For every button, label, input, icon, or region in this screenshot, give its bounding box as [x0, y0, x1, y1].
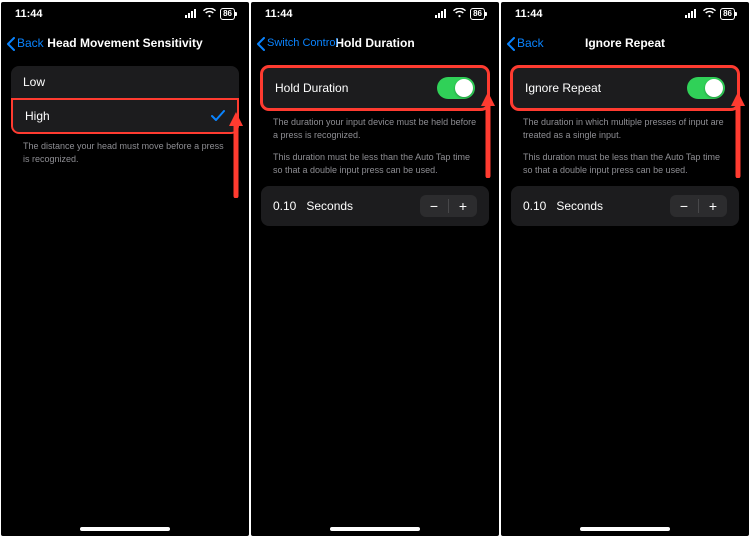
ignore-repeat-toggle[interactable]: [687, 77, 725, 99]
status-bar: 11:44 86: [501, 2, 749, 26]
toggle-knob: [705, 79, 723, 97]
screen-head-movement-sensitivity: 11:44 86 Back Head Movement Sensitivity: [1, 2, 249, 536]
status-right: 86: [185, 8, 235, 21]
back-button[interactable]: Back: [507, 36, 544, 50]
toggle-row: Hold Duration: [263, 68, 487, 108]
stepper-minus[interactable]: −: [420, 195, 448, 217]
chevron-left-icon: [257, 37, 265, 49]
toggle-knob: [455, 79, 473, 97]
wifi-icon: [453, 8, 466, 21]
duration-value: 0.10 Seconds: [523, 199, 603, 213]
duration-value-row: 0.10 Seconds − +: [511, 186, 739, 226]
duration-value-row: 0.10 Seconds − +: [261, 186, 489, 226]
home-indicator[interactable]: [80, 527, 170, 531]
duration-unit: Seconds: [306, 199, 353, 213]
toggle-label: Hold Duration: [275, 81, 348, 95]
stepper-plus[interactable]: +: [449, 195, 477, 217]
stepper-plus[interactable]: +: [699, 195, 727, 217]
hold-duration-toggle-row: Hold Duration: [261, 66, 489, 110]
option-high[interactable]: High: [11, 98, 239, 134]
footer-text: The distance your head must move before …: [11, 134, 239, 175]
home-indicator[interactable]: [330, 527, 420, 531]
duration-stepper: − +: [420, 195, 477, 217]
back-button[interactable]: Switch Control: [257, 37, 338, 49]
status-bar: 11:44 86: [1, 2, 249, 26]
back-button[interactable]: Back: [7, 36, 44, 50]
nav-bar: Switch Control Hold Duration: [251, 26, 499, 60]
status-right: 86: [685, 8, 735, 21]
chevron-left-icon: [507, 37, 515, 49]
back-label: Switch Control: [267, 37, 338, 49]
battery-icon: 86: [720, 8, 735, 20]
wifi-icon: [703, 8, 716, 21]
duration-number: 0.10: [523, 199, 546, 213]
duration-unit: Seconds: [556, 199, 603, 213]
footer-text-2: This duration must be less than the Auto…: [511, 151, 739, 186]
duration-stepper: − +: [670, 195, 727, 217]
status-time: 11:44: [265, 8, 293, 20]
toggle-row: Ignore Repeat: [513, 68, 737, 108]
status-time: 11:44: [515, 8, 543, 20]
checkmark-icon: [211, 110, 225, 122]
back-label: Back: [517, 36, 544, 50]
status-time: 11:44: [15, 8, 43, 20]
footer-text-2: This duration must be less than the Auto…: [261, 151, 489, 186]
toggle-label: Ignore Repeat: [525, 81, 601, 95]
option-high-label: High: [25, 109, 50, 123]
nav-bar: Back Ignore Repeat: [501, 26, 749, 60]
footer-text-1: The duration in which multiple presses o…: [511, 110, 739, 151]
battery-icon: 86: [470, 8, 485, 20]
nav-bar: Back Head Movement Sensitivity: [1, 26, 249, 60]
ignore-repeat-toggle-row: Ignore Repeat: [511, 66, 739, 110]
duration-value: 0.10 Seconds: [273, 199, 353, 213]
footer-text-1: The duration your input device must be h…: [261, 110, 489, 151]
duration-number: 0.10: [273, 199, 296, 213]
wifi-icon: [203, 8, 216, 21]
chevron-left-icon: [7, 37, 15, 49]
status-right: 86: [435, 8, 485, 21]
option-low-label: Low: [23, 75, 45, 89]
back-label: Back: [17, 36, 44, 50]
home-indicator[interactable]: [580, 527, 670, 531]
option-low[interactable]: Low: [11, 66, 239, 98]
signal-icon: [185, 8, 199, 21]
status-bar: 11:44 86: [251, 2, 499, 26]
screen-ignore-repeat: 11:44 86 Back Ignore Repeat: [501, 2, 749, 536]
battery-icon: 86: [220, 8, 235, 20]
stepper-row: 0.10 Seconds − +: [261, 186, 489, 226]
signal-icon: [435, 8, 449, 21]
sensitivity-options: Low High: [11, 66, 239, 134]
screen-hold-duration: 11:44 86 Switch Control Hold Duration: [251, 2, 499, 536]
hold-duration-toggle[interactable]: [437, 77, 475, 99]
signal-icon: [685, 8, 699, 21]
stepper-minus[interactable]: −: [670, 195, 698, 217]
stepper-row: 0.10 Seconds − +: [511, 186, 739, 226]
